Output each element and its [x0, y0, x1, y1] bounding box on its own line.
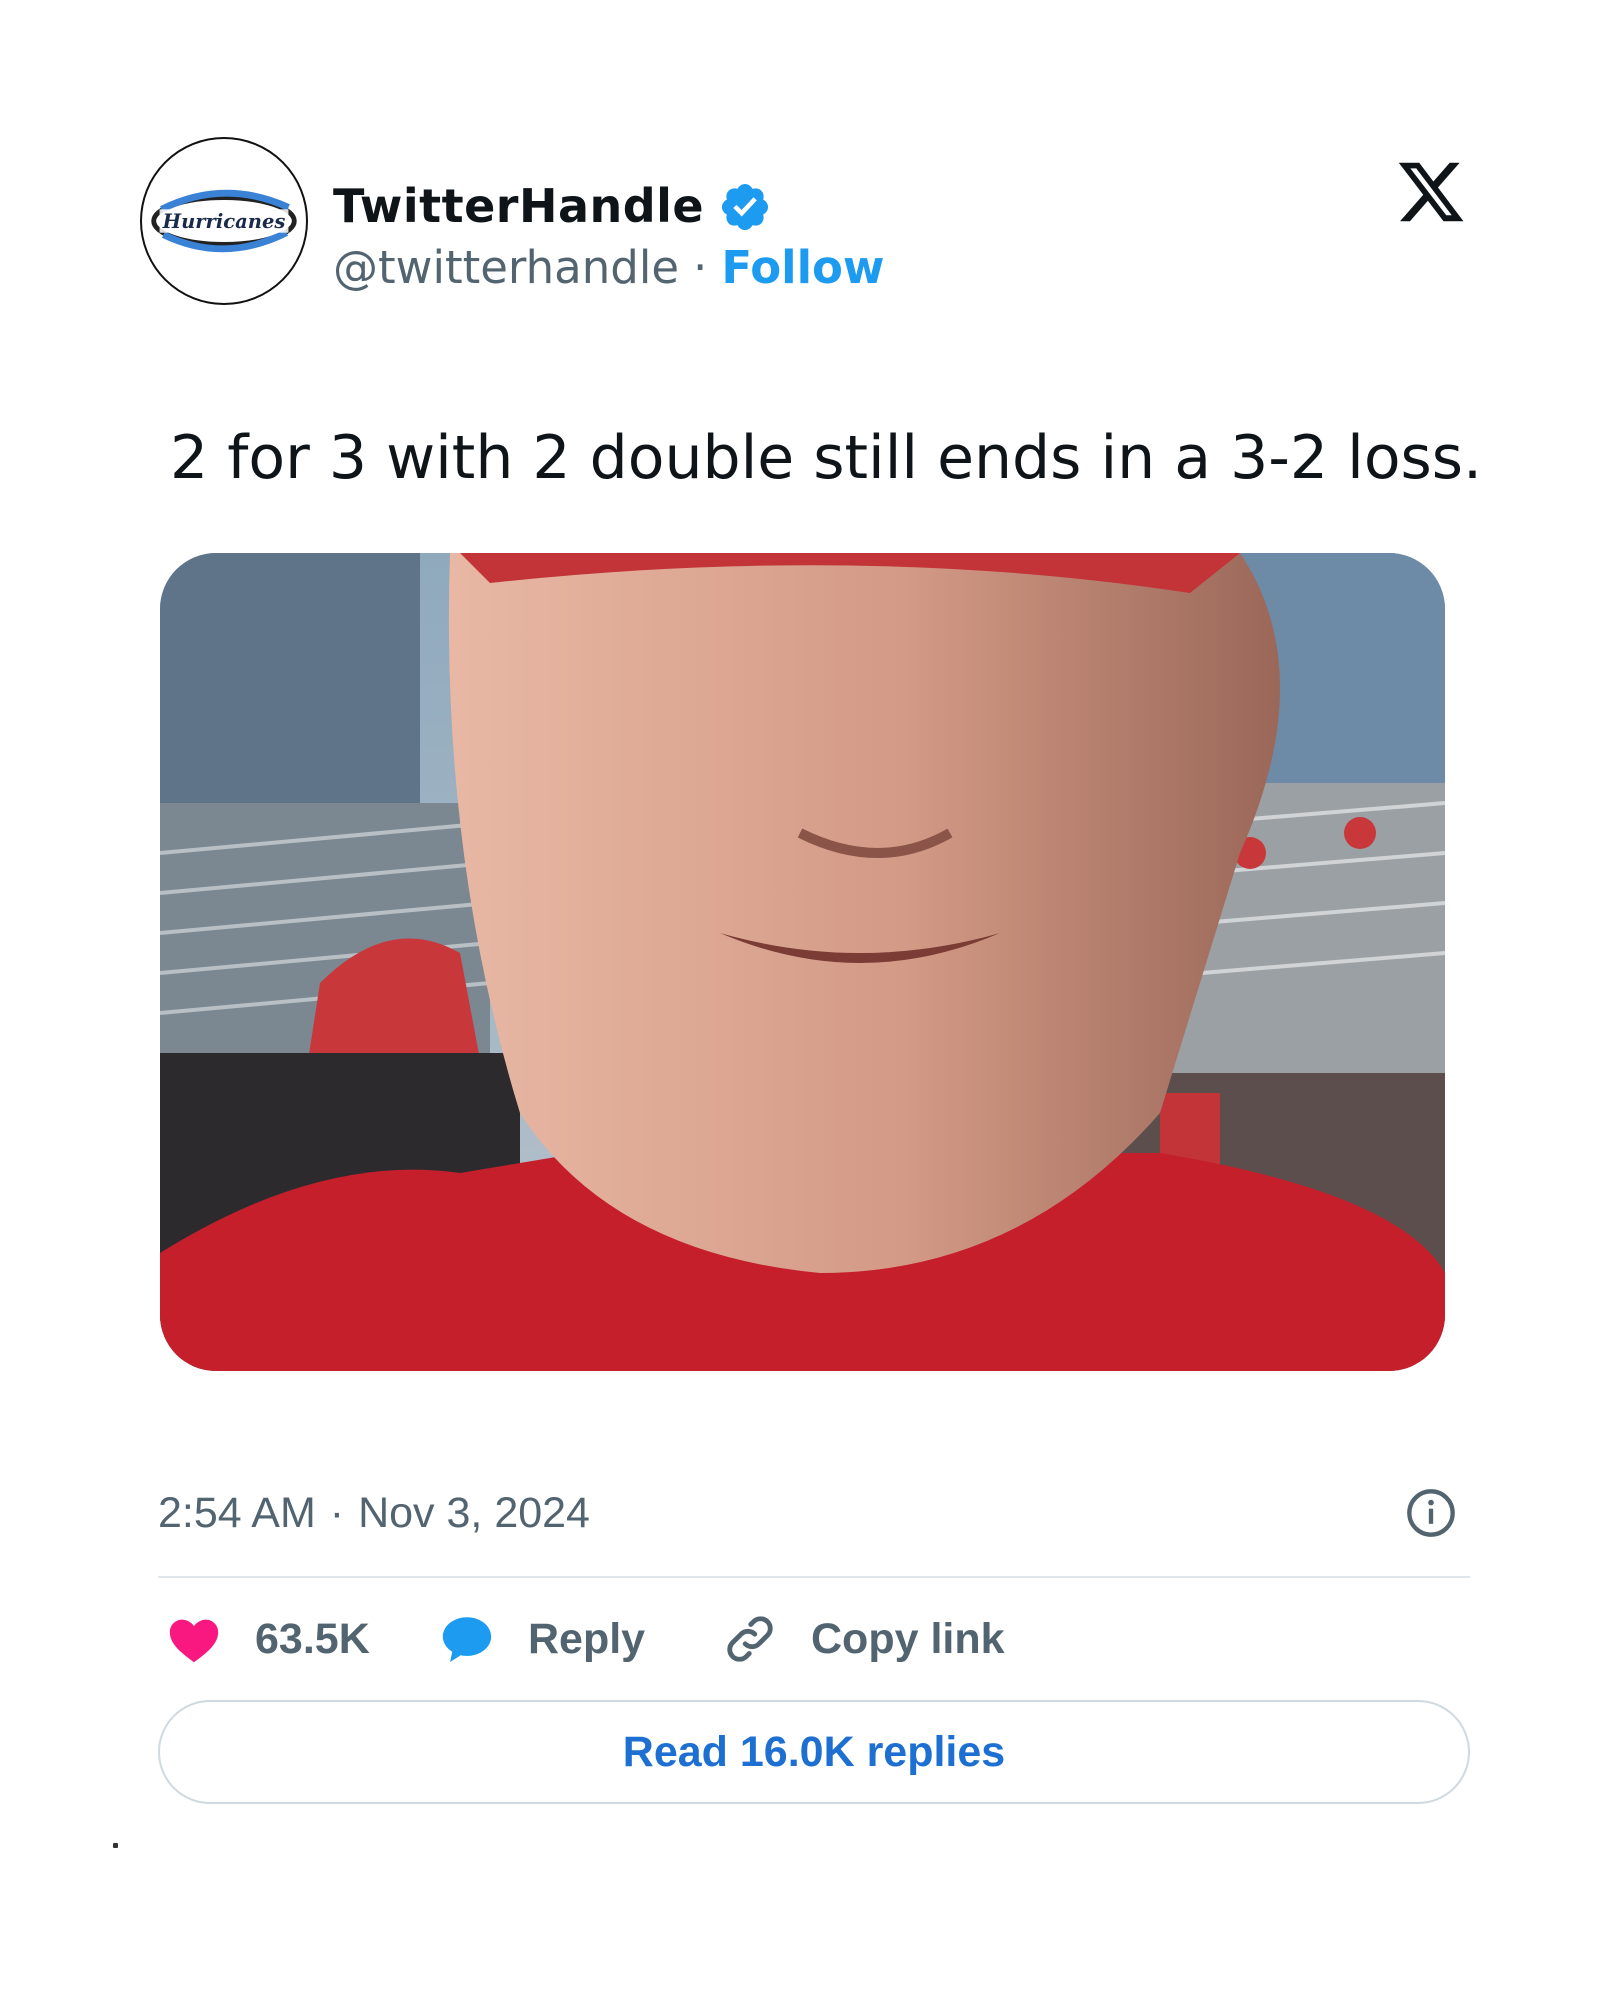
read-replies-button[interactable]: Read 16.0K replies — [158, 1700, 1470, 1804]
video-thumbnail[interactable] — [160, 553, 1445, 1371]
action-bar: 63.5K Reply Copy link — [165, 1605, 1465, 1673]
tweet-time: 2:54 AM — [158, 1489, 316, 1537]
read-replies-label: Read 16.0K replies — [622, 1727, 1006, 1776]
copy-link-button[interactable]: Copy link — [721, 1605, 1005, 1673]
verified-badge-icon — [721, 183, 769, 231]
divider — [158, 1576, 1470, 1578]
reply-button[interactable]: Reply — [438, 1605, 645, 1673]
handle[interactable]: @twitterhandle — [333, 241, 679, 294]
copy-link-label: Copy link — [811, 1614, 1005, 1663]
tweet-text: 2 for 3 with 2 double still ends in a 3-… — [170, 423, 1483, 493]
info-icon[interactable] — [1405, 1487, 1457, 1539]
separator-dot: · — [329, 1489, 345, 1537]
speech-bubble-icon — [442, 1617, 492, 1662]
reply-label: Reply — [528, 1614, 646, 1663]
link-icon — [727, 1616, 773, 1662]
stray-mark — [113, 1843, 118, 1848]
separator-dot: · — [693, 241, 708, 294]
heart-icon — [169, 1619, 219, 1663]
handle-row: @twitterhandle · Follow — [333, 240, 885, 296]
like-count: 63.5K — [255, 1614, 370, 1663]
follow-button[interactable]: Follow — [721, 241, 884, 294]
timestamp[interactable]: 2:54 AM · Nov 3, 2024 — [158, 1485, 590, 1541]
svg-text:Hurricanes: Hurricanes — [162, 210, 286, 233]
like-button[interactable]: 63.5K — [165, 1605, 370, 1673]
display-name[interactable]: TwitterHandle — [333, 178, 704, 234]
avatar[interactable]: Hurricanes — [140, 137, 308, 305]
tweet-date: Nov 3, 2024 — [358, 1489, 590, 1537]
player-photo — [160, 553, 1445, 1371]
x-logo-icon[interactable] — [1395, 156, 1467, 228]
hurricanes-logo: Hurricanes — [151, 189, 297, 253]
